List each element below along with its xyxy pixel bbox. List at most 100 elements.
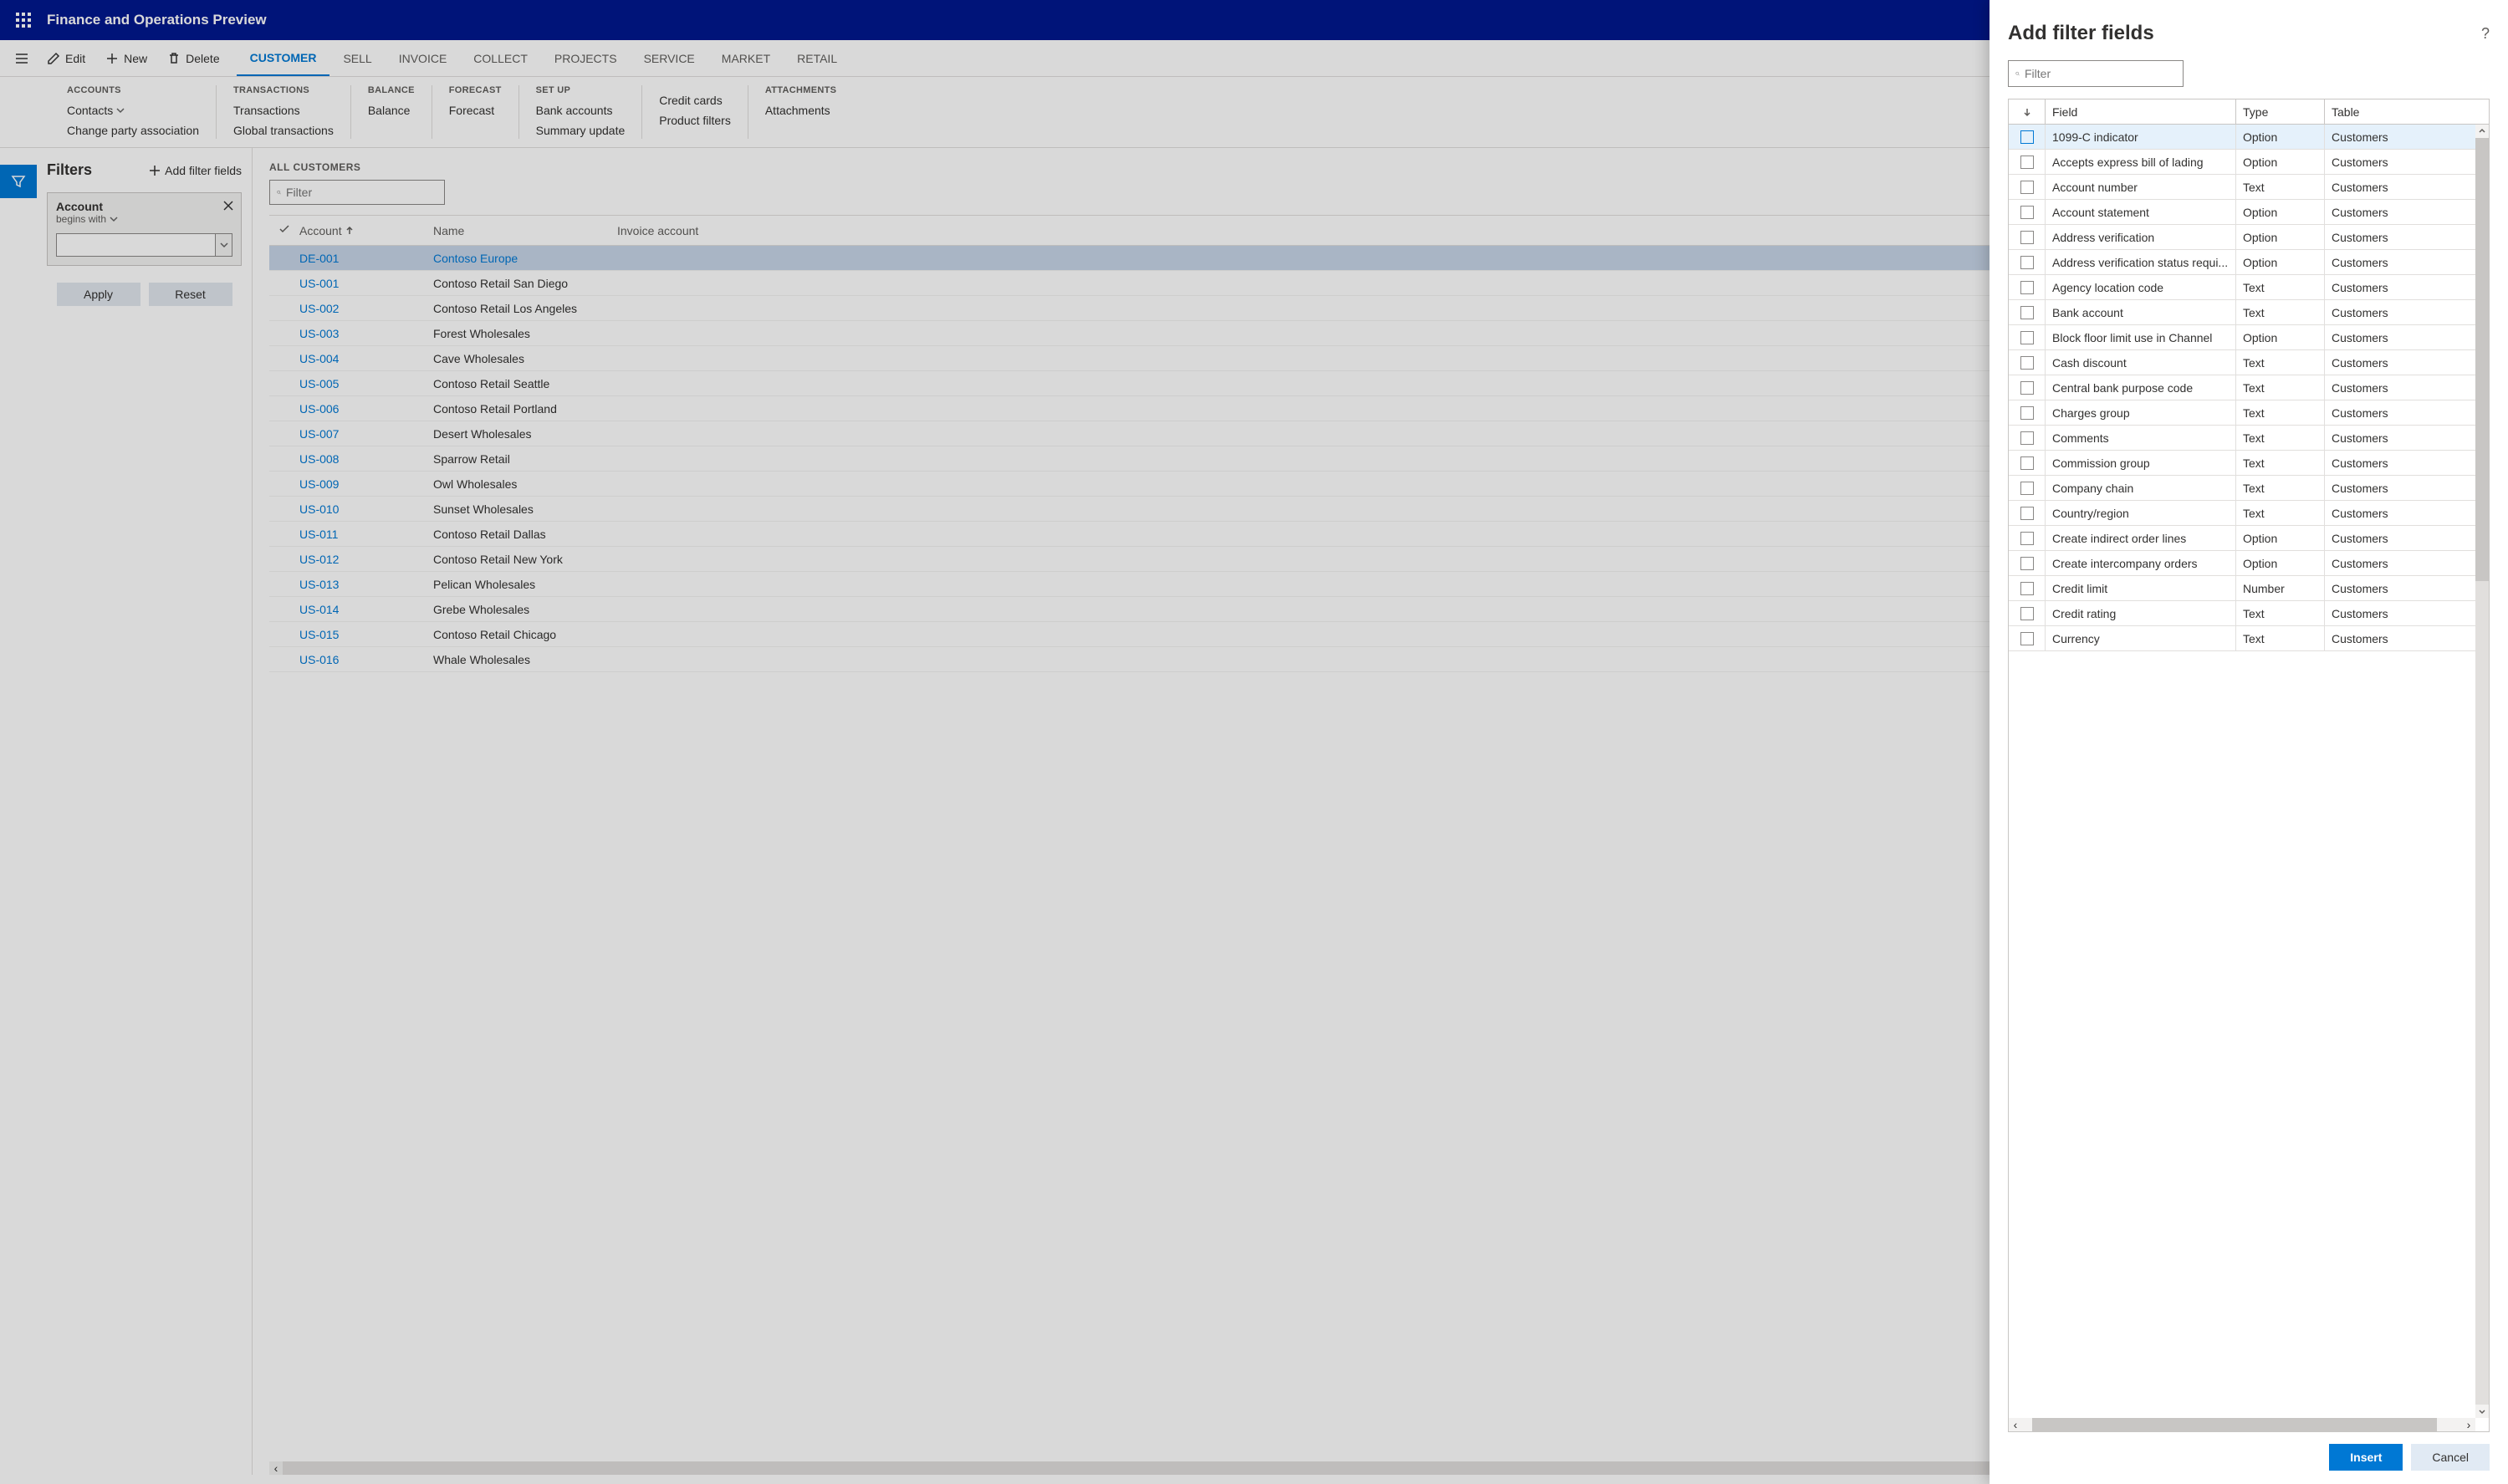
field-checkbox[interactable] xyxy=(2020,632,2034,645)
field-name: 1099-C indicator xyxy=(2046,125,2236,149)
field-checkbox[interactable] xyxy=(2020,482,2034,495)
field-checkbox[interactable] xyxy=(2020,181,2034,194)
field-table-name: Customers xyxy=(2325,526,2489,550)
field-checkbox[interactable] xyxy=(2020,206,2034,219)
field-type: Number xyxy=(2236,576,2325,600)
field-row[interactable]: Cash discountTextCustomers xyxy=(2009,350,2489,375)
col-header-table[interactable]: Table xyxy=(2325,99,2489,124)
field-row[interactable]: Bank accountTextCustomers xyxy=(2009,300,2489,325)
field-row[interactable]: Create intercompany ordersOptionCustomer… xyxy=(2009,551,2489,576)
col-header-type[interactable]: Type xyxy=(2236,99,2325,124)
field-name: Cash discount xyxy=(2046,350,2236,375)
field-table-name: Customers xyxy=(2325,601,2489,625)
field-name: Company chain xyxy=(2046,476,2236,500)
panel-vertical-scrollbar[interactable] xyxy=(2475,125,2489,1418)
panel-filter-input[interactable] xyxy=(2025,67,2176,80)
field-row[interactable]: Company chainTextCustomers xyxy=(2009,476,2489,501)
field-checkbox[interactable] xyxy=(2020,231,2034,244)
scroll-thumb[interactable] xyxy=(2475,138,2489,581)
field-name: Credit limit xyxy=(2046,576,2236,600)
field-checkbox[interactable] xyxy=(2020,356,2034,370)
field-row[interactable]: Charges groupTextCustomers xyxy=(2009,400,2489,426)
field-checkbox[interactable] xyxy=(2020,582,2034,595)
field-type: Option xyxy=(2236,125,2325,149)
field-checkbox[interactable] xyxy=(2020,557,2034,570)
field-type: Option xyxy=(2236,250,2325,274)
scroll-left-icon[interactable]: ‹ xyxy=(2009,1418,2022,1431)
field-type: Text xyxy=(2236,451,2325,475)
field-table-name: Customers xyxy=(2325,200,2489,224)
field-type: Option xyxy=(2236,200,2325,224)
field-row[interactable]: Commission groupTextCustomers xyxy=(2009,451,2489,476)
field-name: Address verification status requi... xyxy=(2046,250,2236,274)
field-row[interactable]: Credit limitNumberCustomers xyxy=(2009,576,2489,601)
field-type: Text xyxy=(2236,400,2325,425)
scroll-right-icon[interactable]: › xyxy=(2462,1418,2475,1431)
col-header-field[interactable]: Field xyxy=(2046,99,2236,124)
panel-filter-box[interactable] xyxy=(2008,60,2184,87)
field-row[interactable]: Accepts express bill of ladingOptionCust… xyxy=(2009,150,2489,175)
field-table-name: Customers xyxy=(2325,426,2489,450)
field-checkbox[interactable] xyxy=(2020,281,2034,294)
field-checkbox[interactable] xyxy=(2020,331,2034,344)
field-row[interactable]: CommentsTextCustomers xyxy=(2009,426,2489,451)
field-checkbox[interactable] xyxy=(2020,532,2034,545)
field-name: Currency xyxy=(2046,626,2236,650)
scroll-up-icon[interactable] xyxy=(2475,125,2489,138)
field-name: Account number xyxy=(2046,175,2236,199)
field-name: Commission group xyxy=(2046,451,2236,475)
col-header-sort[interactable] xyxy=(2009,99,2046,124)
field-checkbox[interactable] xyxy=(2020,256,2034,269)
panel-horizontal-scrollbar[interactable]: ‹ › xyxy=(2009,1418,2475,1431)
field-type: Text xyxy=(2236,275,2325,299)
field-checkbox[interactable] xyxy=(2020,607,2034,620)
field-row[interactable]: 1099-C indicatorOptionCustomers xyxy=(2009,125,2489,150)
field-type: Text xyxy=(2236,601,2325,625)
field-type: Text xyxy=(2236,175,2325,199)
field-row[interactable]: Create indirect order linesOptionCustome… xyxy=(2009,526,2489,551)
field-type: Option xyxy=(2236,325,2325,349)
field-table-name: Customers xyxy=(2325,175,2489,199)
field-row[interactable]: Credit ratingTextCustomers xyxy=(2009,601,2489,626)
field-row[interactable]: Address verificationOptionCustomers xyxy=(2009,225,2489,250)
field-checkbox[interactable] xyxy=(2020,156,2034,169)
cancel-button[interactable]: Cancel xyxy=(2411,1444,2490,1471)
field-table-name: Customers xyxy=(2325,250,2489,274)
field-name: Create intercompany orders xyxy=(2046,551,2236,575)
field-table-name: Customers xyxy=(2325,551,2489,575)
field-checkbox[interactable] xyxy=(2020,130,2034,144)
field-type: Text xyxy=(2236,626,2325,650)
field-row[interactable]: Central bank purpose codeTextCustomers xyxy=(2009,375,2489,400)
field-type: Text xyxy=(2236,300,2325,324)
field-row[interactable]: Account statementOptionCustomers xyxy=(2009,200,2489,225)
field-name: Account statement xyxy=(2046,200,2236,224)
field-table-header: Field Type Table xyxy=(2009,99,2489,125)
field-checkbox[interactable] xyxy=(2020,306,2034,319)
scroll-down-icon[interactable] xyxy=(2475,1405,2489,1418)
field-checkbox[interactable] xyxy=(2020,381,2034,395)
field-row[interactable]: Block floor limit use in ChannelOptionCu… xyxy=(2009,325,2489,350)
field-name: Create indirect order lines xyxy=(2046,526,2236,550)
field-table-name: Customers xyxy=(2325,350,2489,375)
field-row[interactable]: CurrencyTextCustomers xyxy=(2009,626,2489,651)
help-icon[interactable]: ? xyxy=(2481,25,2490,43)
insert-button[interactable]: Insert xyxy=(2329,1444,2403,1471)
field-row[interactable]: Address verification status requi...Opti… xyxy=(2009,250,2489,275)
scroll-thumb[interactable] xyxy=(2032,1418,2437,1431)
field-table-name: Customers xyxy=(2325,300,2489,324)
add-filter-fields-panel: Add filter fields ? Field Type Table 109… xyxy=(1990,0,2508,1484)
field-checkbox[interactable] xyxy=(2020,431,2034,445)
field-checkbox[interactable] xyxy=(2020,507,2034,520)
field-row[interactable]: Account numberTextCustomers xyxy=(2009,175,2489,200)
field-table-name: Customers xyxy=(2325,451,2489,475)
field-checkbox[interactable] xyxy=(2020,406,2034,420)
field-table: Field Type Table 1099-C indicatorOptionC… xyxy=(2008,99,2490,1432)
field-table-name: Customers xyxy=(2325,375,2489,400)
field-row[interactable]: Agency location codeTextCustomers xyxy=(2009,275,2489,300)
field-checkbox[interactable] xyxy=(2020,456,2034,470)
field-name: Address verification xyxy=(2046,225,2236,249)
field-table-name: Customers xyxy=(2325,325,2489,349)
field-type: Option xyxy=(2236,526,2325,550)
field-row[interactable]: Country/regionTextCustomers xyxy=(2009,501,2489,526)
field-name: Agency location code xyxy=(2046,275,2236,299)
